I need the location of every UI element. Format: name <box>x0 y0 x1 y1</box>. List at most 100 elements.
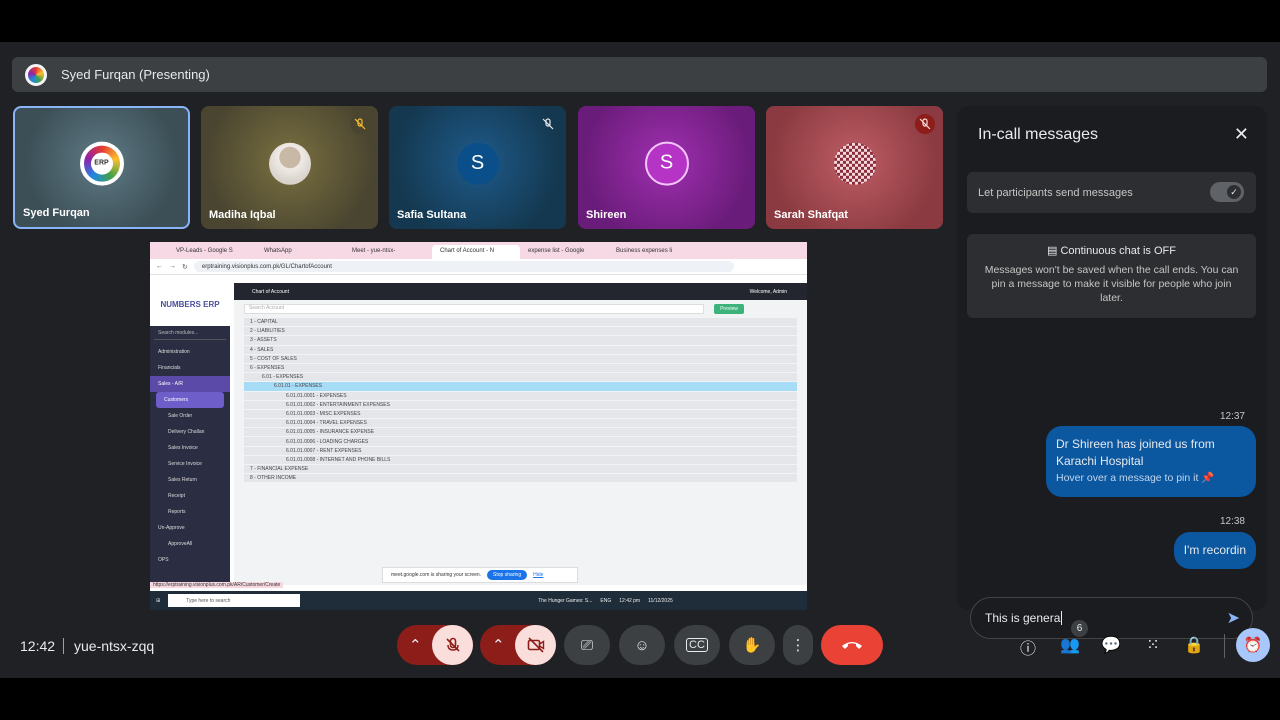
browser-tab[interactable]: expense list - Google <box>520 245 608 259</box>
sidebar-item[interactable]: Un-Approve <box>150 520 230 536</box>
sidebar-item[interactable]: Sales Return <box>150 472 230 488</box>
sidebar-item-customers[interactable]: Customers <box>156 392 224 408</box>
url-field[interactable]: erptraining.visionplus.com.pk/GL/Chartof… <box>193 261 734 272</box>
tree-row[interactable]: 3 - ASSETS <box>244 336 797 346</box>
tree-row[interactable]: 6.01.01.0007 - RENT EXPENSES <box>244 446 797 456</box>
meeting-clock: 12:42 <box>20 638 56 654</box>
emoji-icon: ☺ <box>634 636 650 654</box>
people-icon[interactable]: 👥 <box>1059 635 1081 655</box>
sidebar-item[interactable]: Service Invoice <box>150 456 230 472</box>
stop-sharing-button[interactable]: Stop sharing <box>487 570 528 580</box>
taskbar-time: 12:42 pm <box>619 597 641 604</box>
pin-hint: Hover over a message to pin it <box>1056 472 1199 484</box>
sidebar-item[interactable]: Receipt <box>150 488 230 504</box>
account-search-input[interactable]: Search Account <box>244 304 704 314</box>
message-time: 12:38 <box>1219 516 1245 527</box>
chat-icon: ▤ <box>1046 245 1061 257</box>
avatar-initial: S <box>659 151 674 174</box>
forward-icon[interactable]: → <box>169 263 176 270</box>
mic-off-button[interactable] <box>432 625 473 665</box>
sidebar-item[interactable]: Delivery Challan <box>150 424 230 440</box>
chat-icon[interactable]: 💬 <box>1100 635 1122 655</box>
sidebar-item[interactable]: Sale Order <box>150 408 230 424</box>
presenter-bar: Syed Furqan (Presenting) <box>12 57 1267 92</box>
captions-button[interactable]: CC <box>674 625 720 665</box>
tree-row[interactable]: 6.01.01.0003 - MISC EXPENSES <box>244 409 797 420</box>
back-icon[interactable]: ← <box>156 263 163 270</box>
tree-row-label: 6.01 - EXPENSES <box>262 374 304 381</box>
tree-row[interactable]: 5 - COST OF SALES <box>244 354 797 364</box>
toggle-label: Let participants send messages <box>978 186 1133 199</box>
people-count-badge: 6 <box>1071 620 1088 637</box>
participant-tile-sarah[interactable]: Sarah Shafqat <box>766 106 943 229</box>
tree-row[interactable]: 6.01.01.0008 - INTERNET AND PHONE BILLS <box>244 455 797 465</box>
taskbar-search[interactable]: Type here to search <box>168 594 301 607</box>
erp-main: Chart of Account Welcome, Admin Search A… <box>234 283 807 585</box>
browser-tab[interactable]: VP-Leads - Google S <box>168 245 256 259</box>
tree-row[interactable]: 6.01.01.0005 - INSURANCE EXPENSE <box>244 428 797 438</box>
participant-tile-shireen[interactable]: S Shireen <box>578 106 755 229</box>
panel-title: In-call messages <box>978 126 1099 143</box>
activities-icon[interactable]: ⁙ <box>1142 635 1164 655</box>
tree-row[interactable]: 7 - FINANCIAL EXPENSE <box>244 465 797 475</box>
sidebar-item[interactable]: Sales Invoice <box>150 440 230 456</box>
sidebar-item-sales[interactable]: Sales - A/R <box>150 376 230 392</box>
meeting-info-icon[interactable]: ⓘ <box>1017 635 1039 659</box>
tree-row[interactable]: 6.01.01.0006 - LOADING CHARGES <box>244 437 797 447</box>
browser-tab[interactable]: Business expenses li <box>608 245 696 259</box>
hang-up-icon <box>842 642 862 649</box>
preview-button[interactable]: Preview <box>714 304 744 314</box>
module-search[interactable]: Search modules... <box>154 330 226 340</box>
browser-tab[interactable]: WhatsApp <box>256 245 344 259</box>
tree-row[interactable]: 2 - LIABILITIES <box>244 327 797 337</box>
mic-off-icon <box>538 114 558 134</box>
tree-row[interactable]: 6 - EXPENSES <box>244 363 797 374</box>
sidebar-item[interactable]: ApproveAll <box>150 536 230 552</box>
reactions-button[interactable]: ☺ <box>619 625 665 665</box>
hide-link[interactable]: Hide <box>533 572 543 578</box>
in-call-messages-panel: In-call messages ✕ Let participants send… <box>957 106 1267 639</box>
windows-icon[interactable]: ⊞ <box>156 598 160 604</box>
tree-row[interactable]: 6.01.01 - EXPENSES <box>244 382 797 392</box>
tree-row[interactable]: 6.01.01.0004 - TRAVEL EXPENSES <box>244 419 797 429</box>
present-button[interactable]: ⎚ <box>564 625 610 665</box>
more-vert-icon: ⋮ <box>790 637 806 654</box>
tree-row[interactable]: 1 - CAPITAL <box>244 318 797 328</box>
tree-row[interactable]: 6.01 - EXPENSES <box>244 373 797 383</box>
reload-icon[interactable]: ↻ <box>182 263 188 271</box>
sharing-notice: meet.google.com is sharing your screen. … <box>382 567 578 583</box>
raise-hand-button[interactable]: ✋ <box>729 625 775 665</box>
captions-icon: CC <box>686 638 708 652</box>
tree-row-label: 1 - CAPITAL <box>250 319 278 326</box>
tree-row[interactable]: 6.01.01.0001 - EXPENSES <box>244 391 797 401</box>
participant-tile-safia[interactable]: S Safia Sultana <box>389 106 566 229</box>
participant-tile-madiha[interactable]: Madiha Iqbal <box>201 106 378 229</box>
chevron-up-icon: ⌃ <box>492 637 505 654</box>
host-controls-icon[interactable]: 🔒 <box>1183 635 1205 655</box>
camera-off-button[interactable] <box>515 625 556 665</box>
browser-tab[interactable]: Meet - yue-ntsx- <box>344 245 432 259</box>
message-bubble[interactable]: Dr Shireen has joined us from Karachi Ho… <box>1046 426 1256 497</box>
timer-icon[interactable]: ⏰ <box>1236 628 1270 662</box>
sidebar-item[interactable]: OPS <box>150 552 230 568</box>
mic-off-icon <box>445 637 460 652</box>
leave-call-button[interactable] <box>821 625 883 665</box>
sidebar-item[interactable]: Financials <box>150 360 230 376</box>
sidebar-item[interactable]: Administration <box>150 344 230 360</box>
sidebar-item[interactable]: Reports <box>150 504 230 520</box>
tree-row-label: 3 - ASSETS <box>250 337 277 344</box>
message-bubble[interactable]: I'm recordin <box>1173 532 1256 569</box>
participant-tile-syed[interactable]: ERP Syed Furqan <box>13 106 190 229</box>
more-options-button[interactable]: ⋮ <box>783 625 813 665</box>
avatar <box>268 142 311 185</box>
tree-row[interactable]: 8 - OTHER INCOME <box>244 474 797 484</box>
send-messages-toggle[interactable]: ✓ <box>1210 182 1244 202</box>
tree-row[interactable]: 4 - SALES <box>244 345 797 355</box>
tree-row-label: 6.01.01.0005 - INSURANCE EXPENSE <box>286 429 375 436</box>
pin-icon[interactable]: 📌 <box>1201 472 1214 484</box>
close-icon[interactable]: ✕ <box>1234 124 1249 145</box>
avatar: S <box>456 142 499 185</box>
browser-tab-active[interactable]: Chart of Account - N <box>432 245 520 259</box>
tree-row-label: 4 - SALES <box>250 346 274 353</box>
tree-row[interactable]: 6.01.01.0002 - ENTERTAINMENT EXPENSES <box>244 400 797 410</box>
